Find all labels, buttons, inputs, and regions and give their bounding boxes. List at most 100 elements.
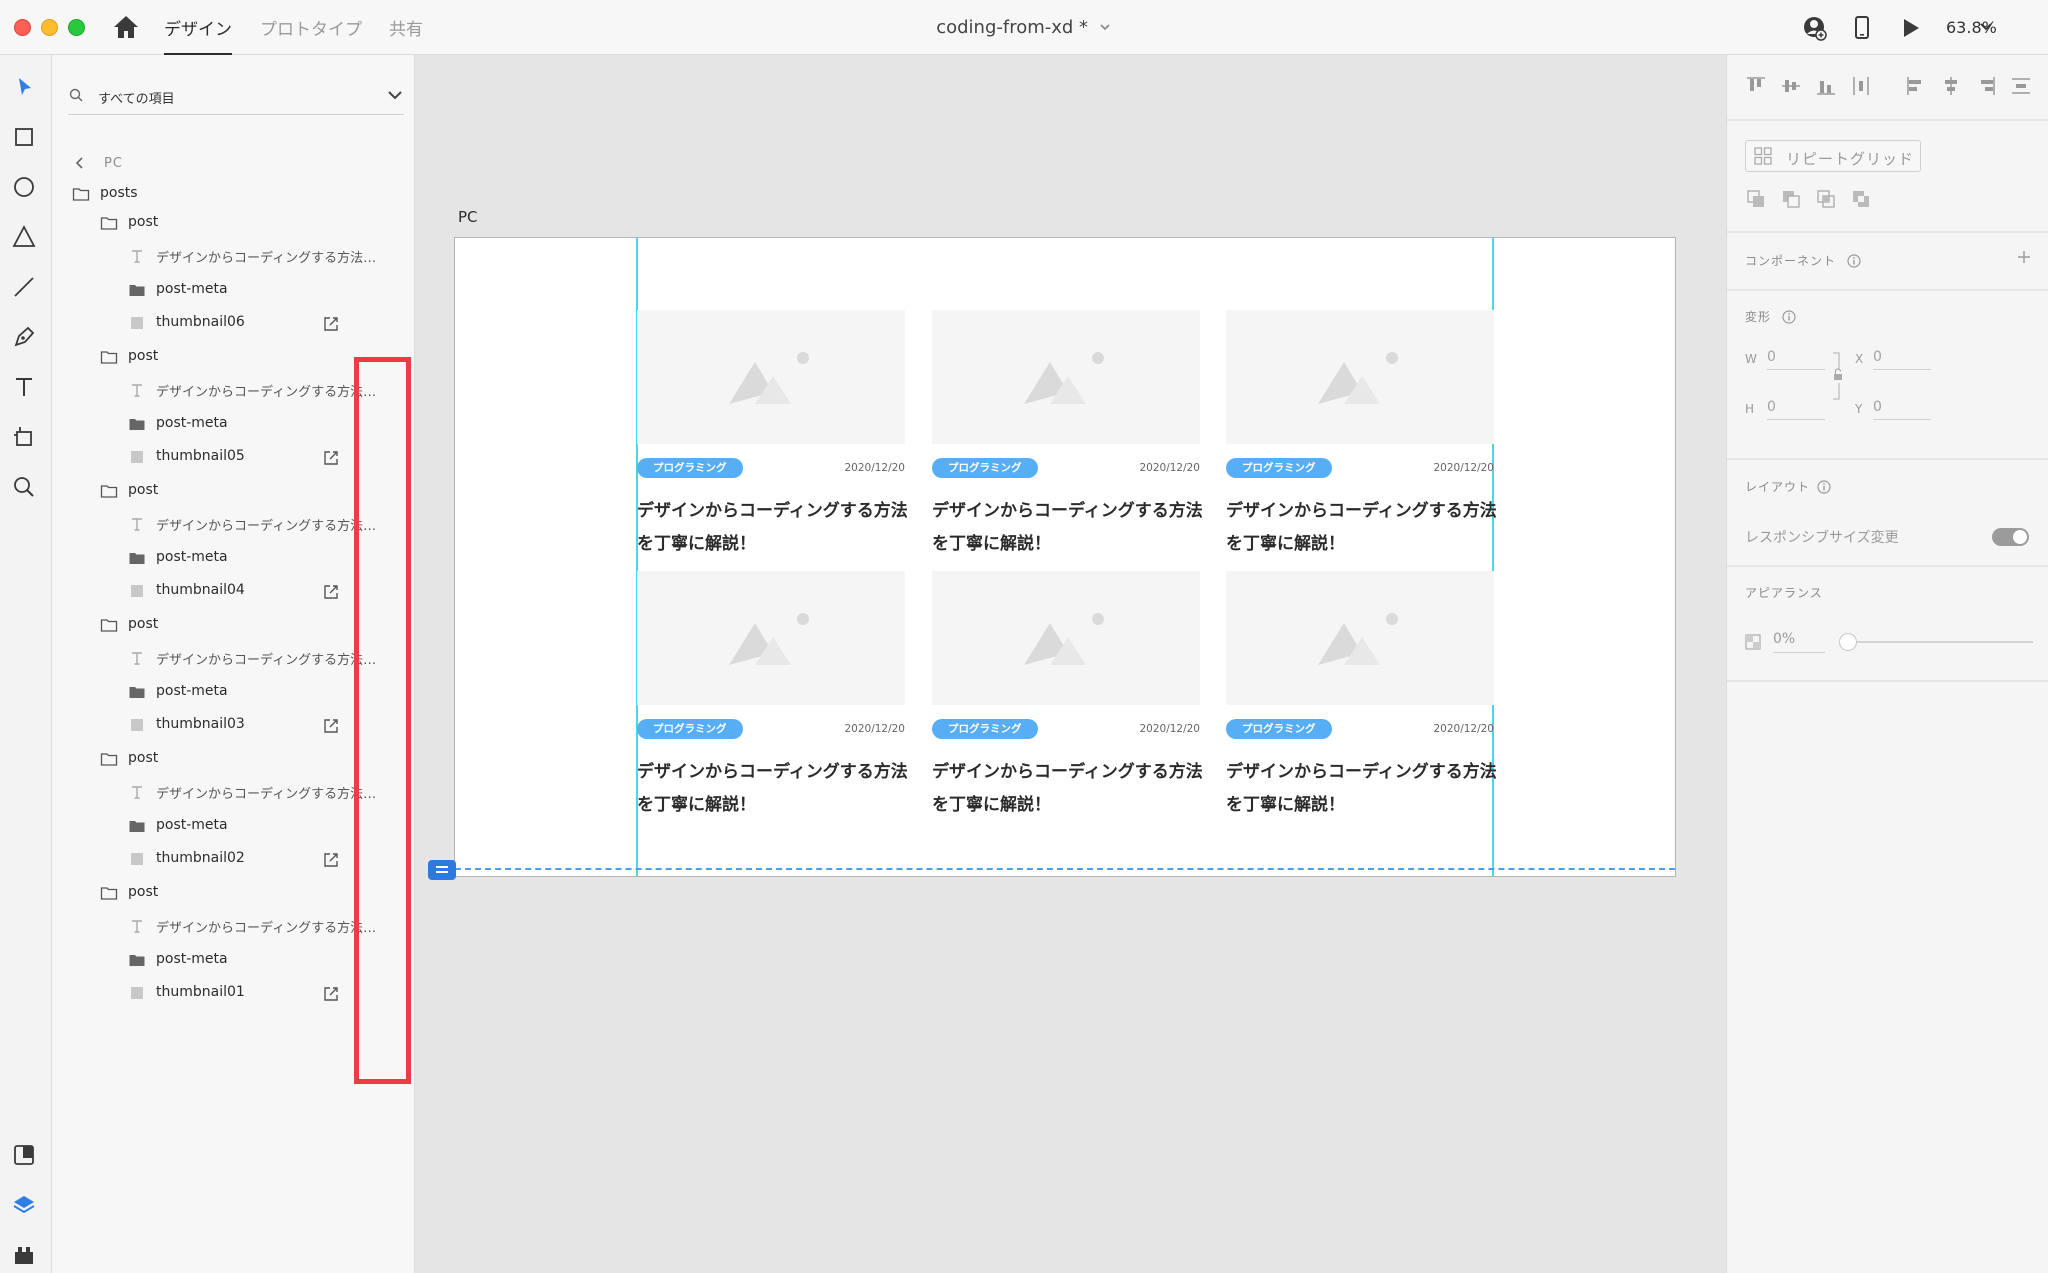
opacity-slider[interactable] [1839,633,2033,651]
chevron-down-icon[interactable] [1098,18,1112,39]
post-card[interactable]: プログラミング 2020/12/20 デザインからコーディングする方法を丁寧に解説！ [932,310,1203,554]
subtract-shapes-icon[interactable] [1780,188,1802,210]
height-field[interactable]: 0 [1767,398,1825,420]
external-link-icon[interactable] [322,985,340,1003]
zoom-tool-icon[interactable] [10,473,38,501]
scroll-grip-handle[interactable] [428,860,456,880]
thumbnail-placeholder [932,310,1200,444]
y-field[interactable]: 0 [1873,398,1931,420]
text-tool-icon[interactable] [10,373,38,401]
layer-name: thumbnail01 [156,984,245,1000]
layer-name: post-meta [156,817,228,833]
align-top-icon[interactable] [1745,75,1767,97]
folder-icon [100,616,118,634]
rectangle-layer-icon [128,984,146,1002]
x-field[interactable]: 0 [1873,348,1931,370]
tab-prototype[interactable]: プロトタイプ [260,15,362,55]
plugins-icon[interactable] [10,1241,38,1269]
external-link-icon[interactable] [322,449,340,467]
width-field[interactable]: 0 [1767,348,1825,370]
layer-name: デザインからコーディングする方法… [156,519,377,534]
slider-thumb[interactable] [1839,633,1857,651]
external-link-icon[interactable] [322,717,340,735]
folder-icon [128,951,146,969]
artboard-label[interactable]: PC [458,208,478,226]
info-icon[interactable] [1817,479,1831,494]
external-link-icon[interactable] [322,583,340,601]
layer-filter[interactable]: すべての項目 [68,79,404,115]
layer-name: post-meta [156,281,228,297]
polygon-tool-icon[interactable] [10,223,38,251]
layer-name: thumbnail03 [156,716,245,732]
divider [1727,565,2048,567]
close-window-button[interactable] [14,19,31,36]
align-right-icon[interactable] [1975,75,1997,97]
select-tool-icon[interactable] [10,73,38,101]
layer-name: thumbnail05 [156,448,245,464]
opacity-field[interactable]: 0% [1773,631,1825,653]
add-component-icon[interactable] [2017,249,2031,263]
zoom-window-button[interactable] [68,19,85,36]
filter-label: すべての項目 [98,92,175,107]
add-shapes-icon[interactable] [1745,188,1767,210]
layer-name: post-meta [156,549,228,565]
align-left-icon[interactable] [1905,75,1927,97]
distribute-horizontal-icon[interactable] [1850,75,1872,97]
align-bottom-icon[interactable] [1815,75,1837,97]
post-card[interactable]: プログラミング 2020/12/20 デザインからコーディングする方法を丁寧に解説！ [637,310,908,554]
folder-icon [128,281,146,299]
post-title: デザインからコーディングする方法を丁寧に解説！ [1226,501,1497,554]
folder-icon [100,348,118,366]
artboard-pc[interactable]: プログラミング 2020/12/20 デザインからコーディングする方法を丁寧に解説！… [454,237,1676,877]
post-card[interactable]: プログラミング 2020/12/20 デザインからコーディングする方法を丁寧に解説！ [932,571,1203,815]
layers-icon[interactable] [10,1191,38,1219]
external-link-icon[interactable] [322,315,340,333]
tab-design[interactable]: デザイン [164,15,232,55]
post-card[interactable]: プログラミング 2020/12/20 デザインからコーディングする方法を丁寧に解説！ [637,571,908,815]
ellipse-tool-icon[interactable] [10,173,38,201]
align-center-icon[interactable] [1940,75,1962,97]
tab-share[interactable]: 共有 [389,15,423,55]
minimize-window-button[interactable] [41,19,58,36]
play-icon[interactable] [1896,14,1924,42]
post-card[interactable]: プログラミング 2020/12/20 デザインからコーディングする方法を丁寧に解説！ [1226,310,1497,554]
rectangle-layer-icon [128,314,146,332]
divider [1727,231,2048,233]
info-icon[interactable] [1847,253,1861,268]
responsive-resize-toggle[interactable] [1992,528,2029,546]
share-user-icon[interactable] [1800,14,1828,42]
category-badge: プログラミング [1226,458,1332,478]
repeat-grid-button[interactable]: リピートグリッド [1745,140,1921,172]
folder-icon [128,683,146,701]
chevron-down-icon[interactable] [386,86,404,104]
layer-name: post [128,214,159,230]
appearance-section-title: アピアランス [1745,586,1823,600]
chevron-down-icon[interactable] [1978,18,1994,34]
rectangle-tool-icon[interactable] [10,123,38,151]
align-middle-icon[interactable] [1780,75,1802,97]
layer-name: post [128,750,159,766]
divider [1727,680,2048,682]
mobile-preview-icon[interactable] [1848,14,1876,42]
post-title: デザインからコーディングする方法を丁寧に解説！ [932,501,1203,554]
pen-tool-icon[interactable] [10,323,38,351]
intersect-shapes-icon[interactable] [1815,188,1837,210]
distribute-vertical-icon[interactable] [2010,75,2032,97]
artboard-tool-icon[interactable] [10,423,38,451]
transform-section-title: 変形 [1745,310,1772,324]
highlight-box [354,357,411,1084]
layer-name: posts [100,185,138,201]
external-link-icon[interactable] [322,851,340,869]
post-card[interactable]: プログラミング 2020/12/20 デザインからコーディングする方法を丁寧に解説！ [1226,571,1497,815]
document-assets-icon[interactable] [10,1141,38,1169]
line-tool-icon[interactable] [10,273,38,301]
exclude-overlap-icon[interactable] [1850,188,1872,210]
divider [1727,289,2048,291]
home-icon[interactable] [112,14,140,40]
lock-aspect-icon[interactable] [1831,351,1845,401]
layer-name: デザインからコーディングする方法… [156,653,377,668]
layer-name: デザインからコーディングする方法… [156,921,377,936]
info-icon[interactable] [1782,309,1796,324]
document-title[interactable]: coding-from-xd * [936,17,1088,38]
chevron-left-icon[interactable] [72,155,88,171]
